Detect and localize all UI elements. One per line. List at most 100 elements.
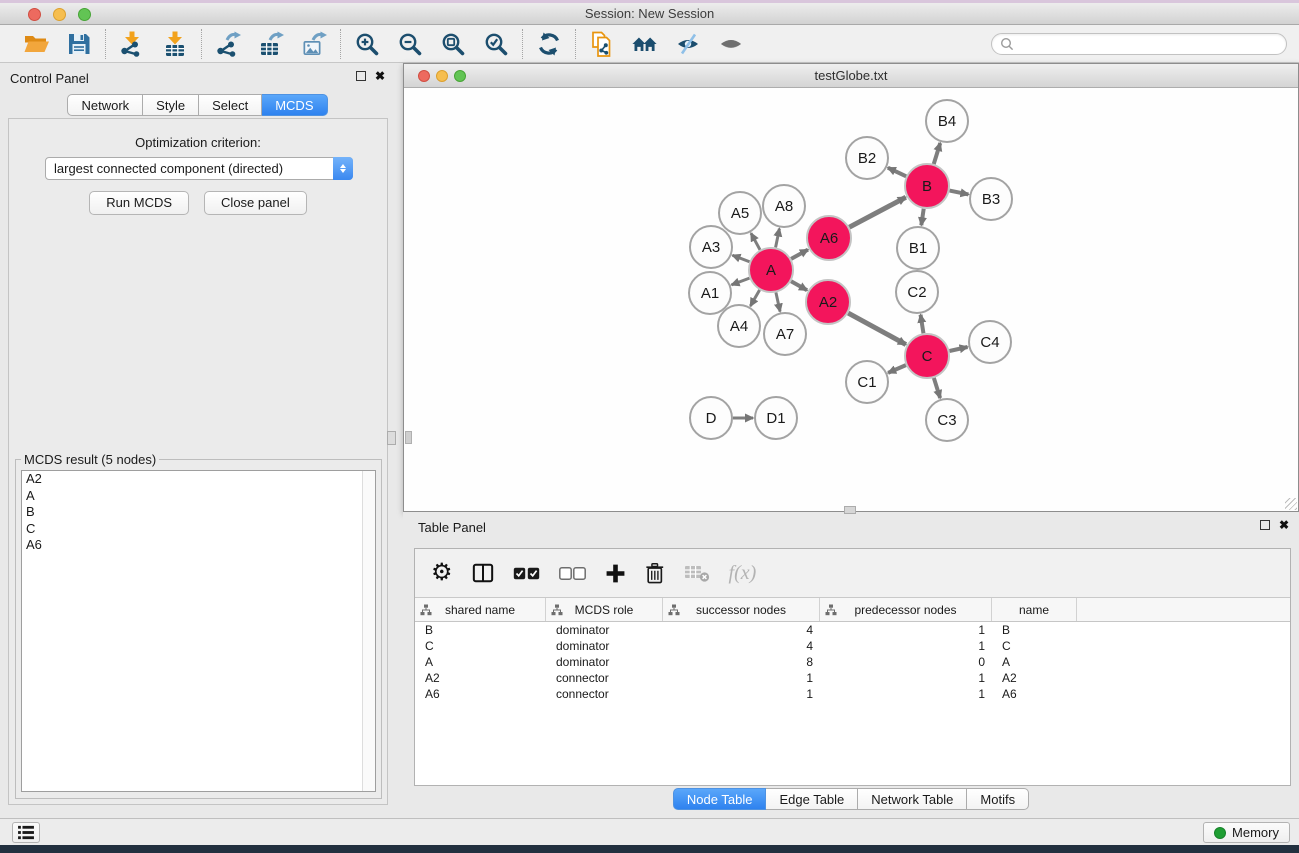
zoom-selected-icon[interactable] <box>483 31 509 57</box>
graph-edge-C-C2[interactable] <box>921 315 924 334</box>
cell-predecessor-nodes[interactable]: 1 <box>820 670 992 686</box>
maximize-window-button[interactable] <box>78 8 91 21</box>
mcds-result-list[interactable]: A2ABCA6 <box>21 470 376 792</box>
memory-button[interactable]: Memory <box>1203 822 1290 843</box>
table-settings-icon[interactable]: ⚙ <box>431 559 453 587</box>
delete-columns-icon[interactable] <box>645 559 665 587</box>
task-history-button[interactable] <box>12 822 40 843</box>
cell-name[interactable]: A <box>992 654 1077 670</box>
table-row[interactable]: Adominator80A <box>415 654 1290 670</box>
graph-edge-A-A5[interactable] <box>751 233 760 250</box>
graph-node-A1[interactable]: A1 <box>689 272 731 314</box>
clone-network-icon[interactable] <box>589 31 615 57</box>
cell-name[interactable]: A6 <box>992 686 1077 702</box>
graph-node-A7[interactable]: A7 <box>764 313 806 355</box>
graph-node-D[interactable]: D <box>690 397 732 439</box>
cell-predecessor-nodes[interactable]: 1 <box>820 622 992 638</box>
graph-node-A2[interactable]: A2 <box>806 280 850 324</box>
node-table[interactable]: shared nameMCDS rolesuccessor nodesprede… <box>415 598 1290 785</box>
horizontal-splitter-grip[interactable] <box>844 506 856 514</box>
graph-edge-A-A2[interactable] <box>791 281 807 290</box>
tab-edge-table[interactable]: Edge Table <box>766 788 858 810</box>
graph-edge-C-C4[interactable] <box>949 347 967 351</box>
graph-edge-C-C1[interactable] <box>888 365 906 373</box>
graph-node-B[interactable]: B <box>905 164 949 208</box>
column-header-predecessor-nodes[interactable]: predecessor nodes <box>820 598 992 621</box>
zoom-fit-icon[interactable] <box>440 31 466 57</box>
result-item-b[interactable]: B <box>22 504 375 521</box>
table-row[interactable]: Bdominator41B <box>415 622 1290 638</box>
search-input[interactable] <box>1014 35 1278 53</box>
zoom-out-icon[interactable] <box>397 31 423 57</box>
add-column-icon[interactable] <box>605 559 626 587</box>
column-header-MCDS-role[interactable]: MCDS role <box>546 598 663 621</box>
run-mcds-button[interactable]: Run MCDS <box>89 191 189 215</box>
cell-MCDS-role[interactable]: connector <box>546 686 663 702</box>
graph-edge-B-B1[interactable] <box>921 209 923 225</box>
graph-node-B3[interactable]: B3 <box>970 178 1012 220</box>
cell-shared-name[interactable]: A2 <box>415 670 546 686</box>
cell-predecessor-nodes[interactable]: 1 <box>820 686 992 702</box>
table-row[interactable]: A2connector11A2 <box>415 670 1290 686</box>
network-canvas[interactable]: AA1A2A3A4A5A6A7A8BB1B2B3B4CC1C2C3C4DD1 <box>404 88 1298 511</box>
hide-panels-icon[interactable] <box>675 31 701 57</box>
cell-successor-nodes[interactable]: 8 <box>663 654 820 670</box>
cell-MCDS-role[interactable]: dominator <box>546 638 663 654</box>
graph-edge-B-B2[interactable] <box>888 168 906 177</box>
graph-edge-A-A7[interactable] <box>776 292 780 311</box>
graph-edge-A-A8[interactable] <box>776 229 780 248</box>
import-table-icon[interactable] <box>162 31 188 57</box>
cell-MCDS-role[interactable]: dominator <box>546 622 663 638</box>
graph-node-C[interactable]: C <box>905 334 949 378</box>
open-session-icon[interactable] <box>23 31 49 57</box>
graph-node-B1[interactable]: B1 <box>897 227 939 269</box>
graph-node-B4[interactable]: B4 <box>926 100 968 142</box>
canvas-vertical-scroll-thumb[interactable] <box>405 431 412 444</box>
save-session-icon[interactable] <box>66 31 92 57</box>
graph-edge-A2-C[interactable] <box>848 313 906 344</box>
column-header-shared-name[interactable]: shared name <box>415 598 546 621</box>
graph-node-A6[interactable]: A6 <box>807 216 851 260</box>
table-row[interactable]: A6connector11A6 <box>415 686 1290 702</box>
minimize-window-button[interactable] <box>53 8 66 21</box>
graph-node-C3[interactable]: C3 <box>926 399 968 441</box>
close-window-button[interactable] <box>28 8 41 21</box>
tab-style[interactable]: Style <box>143 94 199 116</box>
cell-successor-nodes[interactable]: 1 <box>663 686 820 702</box>
export-table-icon[interactable] <box>258 31 284 57</box>
graph-node-B2[interactable]: B2 <box>846 137 888 179</box>
cell-name[interactable]: B <box>992 622 1077 638</box>
float-panel-icon[interactable] <box>356 71 366 81</box>
close-table-panel-icon[interactable]: ✖ <box>1279 520 1289 530</box>
cell-name[interactable]: C <box>992 638 1077 654</box>
result-item-a6[interactable]: A6 <box>22 537 375 554</box>
tab-network[interactable]: Network <box>67 94 143 116</box>
tab-network-table[interactable]: Network Table <box>858 788 967 810</box>
vertical-splitter-grip[interactable] <box>387 431 396 445</box>
tab-mcds[interactable]: MCDS <box>262 94 327 116</box>
import-network-icon[interactable] <box>119 31 145 57</box>
cell-predecessor-nodes[interactable]: 0 <box>820 654 992 670</box>
split-columns-icon[interactable] <box>472 559 494 587</box>
cell-predecessor-nodes[interactable]: 1 <box>820 638 992 654</box>
column-header-name[interactable]: name <box>992 598 1077 621</box>
cell-successor-nodes[interactable]: 1 <box>663 670 820 686</box>
graph-node-D1[interactable]: D1 <box>755 397 797 439</box>
cell-shared-name[interactable]: A <box>415 654 546 670</box>
tab-select[interactable]: Select <box>199 94 262 116</box>
graph-node-C2[interactable]: C2 <box>896 271 938 313</box>
export-network-icon[interactable] <box>215 31 241 57</box>
result-item-a2[interactable]: A2 <box>22 471 375 488</box>
cell-successor-nodes[interactable]: 4 <box>663 622 820 638</box>
graph-node-A3[interactable]: A3 <box>690 226 732 268</box>
network-window-titlebar[interactable]: testGlobe.txt <box>404 64 1298 88</box>
graph-edge-A6-B[interactable] <box>849 197 905 227</box>
graph-node-C1[interactable]: C1 <box>846 361 888 403</box>
window-resize-handle[interactable] <box>1285 498 1297 510</box>
graph-edge-A-A3[interactable] <box>732 255 749 262</box>
column-header-successor-nodes[interactable]: successor nodes <box>663 598 820 621</box>
criterion-select[interactable]: largest connected component (directed) <box>45 157 353 180</box>
close-panel-icon[interactable]: ✖ <box>375 71 385 81</box>
graph-edge-B-B4[interactable] <box>934 143 940 164</box>
reset-views-icon[interactable] <box>632 31 658 57</box>
